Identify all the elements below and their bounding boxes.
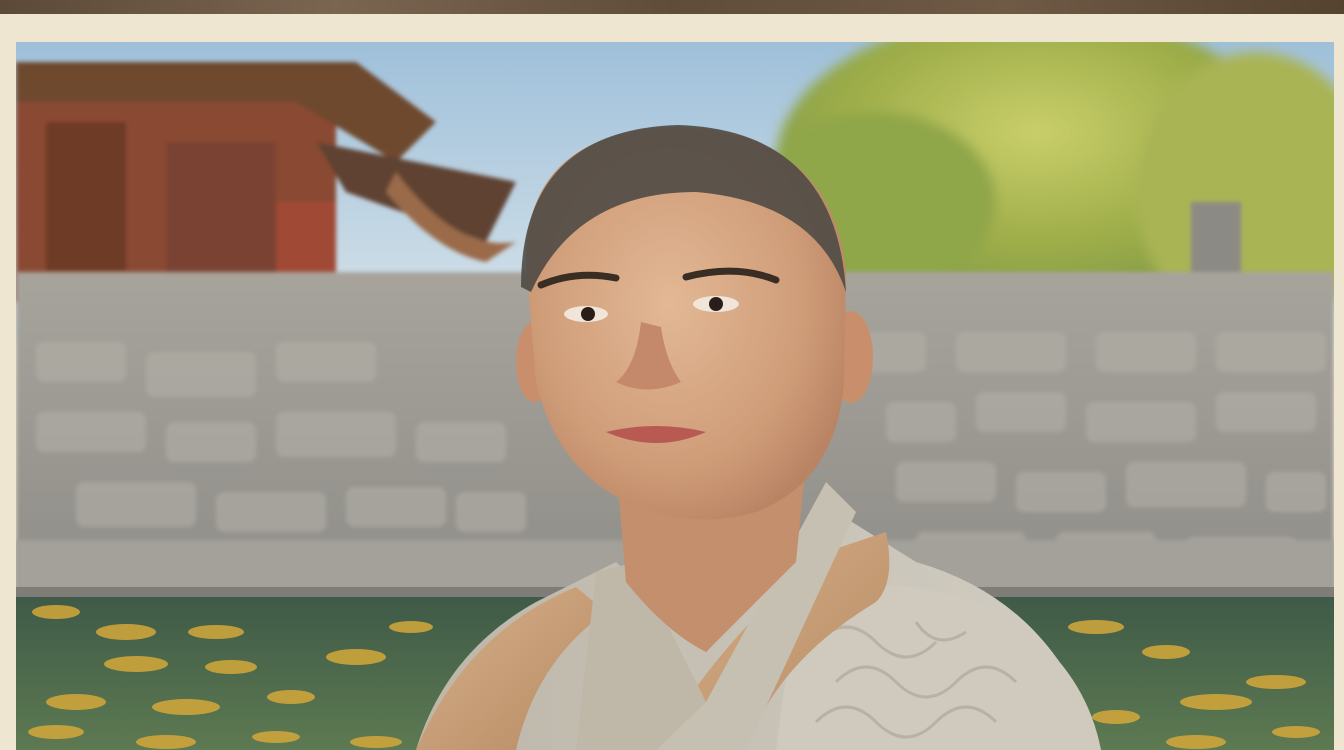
caption-bar (0, 14, 1344, 42)
photograph (16, 42, 1334, 750)
top-border (0, 0, 1344, 14)
photo-viewer (0, 0, 1344, 750)
photo-illustration (16, 42, 1334, 750)
